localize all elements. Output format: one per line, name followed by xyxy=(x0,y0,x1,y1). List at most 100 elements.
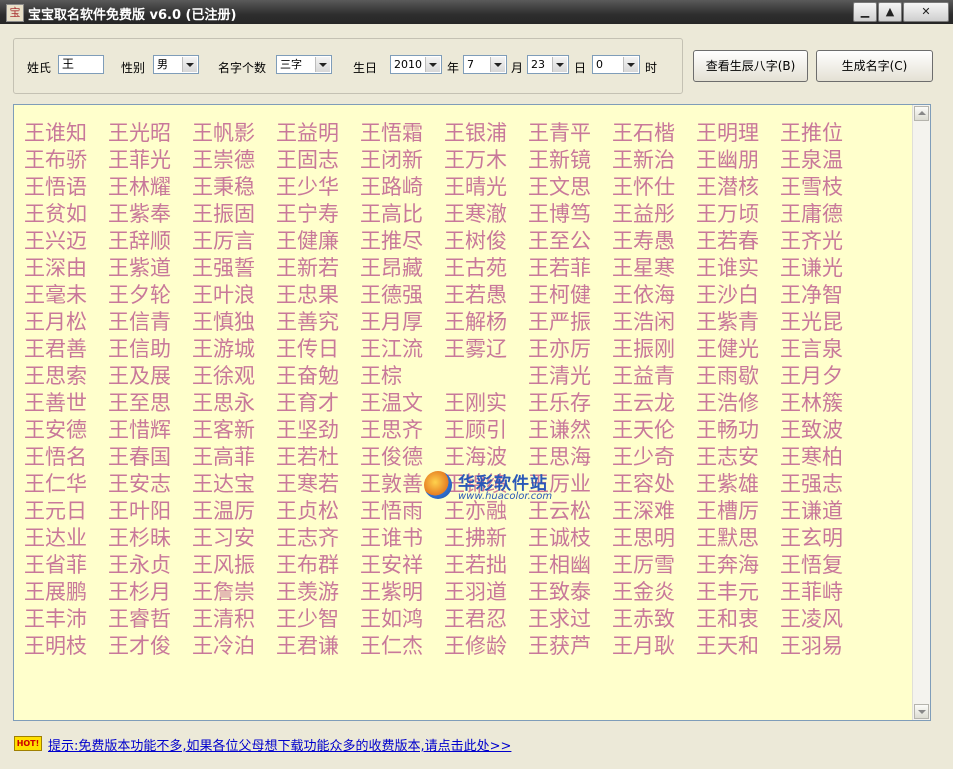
name-item[interactable]: 王齐光 xyxy=(780,228,864,255)
name-item[interactable]: 王思齐 xyxy=(360,417,444,444)
name-item[interactable]: 王才俊 xyxy=(108,633,192,660)
name-item[interactable]: 王振刚 xyxy=(612,336,696,363)
name-item[interactable]: 王明理 xyxy=(696,120,780,147)
name-item[interactable]: 王安祥 xyxy=(360,552,444,579)
name-item[interactable]: 王浩闲 xyxy=(612,309,696,336)
name-item[interactable]: 王雪枝 xyxy=(780,174,864,201)
name-item[interactable]: 王谁书 xyxy=(360,525,444,552)
name-item[interactable]: 王拂新 xyxy=(444,525,528,552)
name-item[interactable]: 王雨歇 xyxy=(696,363,780,390)
minimize-button[interactable]: ▁ xyxy=(853,2,877,22)
dropdown-arrow-icon[interactable] xyxy=(490,57,505,72)
name-item[interactable]: 王林簇 xyxy=(780,390,864,417)
name-item[interactable]: 王叶阳 xyxy=(108,498,192,525)
name-item[interactable]: 王少奇 xyxy=(612,444,696,471)
name-item[interactable]: 王安德 xyxy=(24,417,108,444)
name-item[interactable]: 王健光 xyxy=(696,336,780,363)
name-item[interactable]: 王棕 xyxy=(360,363,444,390)
name-item[interactable]: 王羡游 xyxy=(276,579,360,606)
name-item[interactable]: 王石楷 xyxy=(612,120,696,147)
name-item[interactable]: 王崇德 xyxy=(192,147,276,174)
name-item[interactable]: 王善究 xyxy=(276,309,360,336)
name-item[interactable]: 王睿哲 xyxy=(108,606,192,633)
name-item[interactable]: 王丰沛 xyxy=(24,606,108,633)
name-item[interactable]: 王固志 xyxy=(276,147,360,174)
name-item[interactable]: 王仁华 xyxy=(24,471,108,498)
name-item[interactable]: 王达宝 xyxy=(192,471,276,498)
name-item[interactable]: 王凌风 xyxy=(780,606,864,633)
name-item[interactable]: 王高比 xyxy=(360,201,444,228)
name-item[interactable]: 王解杨 xyxy=(444,309,528,336)
name-item[interactable]: 王博笃 xyxy=(528,201,612,228)
name-item[interactable]: 王传日 xyxy=(276,336,360,363)
name-item[interactable]: 王新若 xyxy=(276,255,360,282)
name-item[interactable]: 王文思 xyxy=(528,174,612,201)
name-item[interactable]: 王若愚 xyxy=(444,282,528,309)
name-item[interactable]: 王若拙 xyxy=(444,552,528,579)
name-item[interactable]: 王寿愚 xyxy=(612,228,696,255)
upgrade-hint-link[interactable]: 提示:免费版本功能不多,如果各位父母想下载功能众多的收费版本,请点击此处>> xyxy=(48,735,511,754)
name-item[interactable]: 王悟复 xyxy=(780,552,864,579)
scroll-up-icon[interactable] xyxy=(914,106,929,121)
name-item[interactable] xyxy=(444,363,528,390)
name-item[interactable]: 王亦厉 xyxy=(528,336,612,363)
dropdown-arrow-icon[interactable] xyxy=(623,57,638,72)
name-item[interactable]: 王青平 xyxy=(528,120,612,147)
name-item[interactable]: 王信青 xyxy=(108,309,192,336)
name-item[interactable]: 王杉昧 xyxy=(108,525,192,552)
maximize-button[interactable]: ▲ xyxy=(878,2,902,22)
scroll-down-icon[interactable] xyxy=(914,704,929,719)
name-item[interactable]: 王布骄 xyxy=(24,147,108,174)
name-item[interactable]: 王善世 xyxy=(24,390,108,417)
name-item[interactable]: 王厉雪 xyxy=(612,552,696,579)
name-item[interactable]: 王紫雄 xyxy=(696,471,780,498)
name-item[interactable]: 王高菲 xyxy=(192,444,276,471)
name-item[interactable]: 王强誓 xyxy=(192,255,276,282)
name-item[interactable]: 王詹崇 xyxy=(192,579,276,606)
name-item[interactable]: 王永贞 xyxy=(108,552,192,579)
name-item[interactable]: 王深难 xyxy=(612,498,696,525)
name-item[interactable]: 王风振 xyxy=(192,552,276,579)
name-item[interactable]: 王羽道 xyxy=(444,579,528,606)
name-item[interactable]: 王至公 xyxy=(528,228,612,255)
name-item[interactable]: 王谁实 xyxy=(696,255,780,282)
name-item[interactable]: 王紫奉 xyxy=(108,201,192,228)
name-item[interactable]: 王元日 xyxy=(24,498,108,525)
name-item[interactable]: 王若菲 xyxy=(528,255,612,282)
name-item[interactable]: 王古苑 xyxy=(444,255,528,282)
month-select[interactable]: 7 xyxy=(463,55,507,74)
name-item[interactable]: 王庸德 xyxy=(780,201,864,228)
name-item[interactable]: 王新镜 xyxy=(528,147,612,174)
dropdown-arrow-icon[interactable] xyxy=(552,57,567,72)
name-item[interactable]: 王万顷 xyxy=(696,201,780,228)
name-item[interactable]: 王温文 xyxy=(360,390,444,417)
name-item[interactable]: 王徐观 xyxy=(192,363,276,390)
name-item[interactable]: 王林耀 xyxy=(108,174,192,201)
name-item[interactable]: 王槽厉 xyxy=(696,498,780,525)
name-item[interactable]: 王依海 xyxy=(612,282,696,309)
name-item[interactable]: 王泉温 xyxy=(780,147,864,174)
name-item[interactable]: 王客新 xyxy=(192,417,276,444)
name-item[interactable]: 王惜辉 xyxy=(108,417,192,444)
name-item[interactable]: 王悟霜 xyxy=(360,120,444,147)
name-item[interactable]: 王万木 xyxy=(444,147,528,174)
vertical-scrollbar[interactable] xyxy=(912,105,930,720)
name-item[interactable]: 王月夕 xyxy=(780,363,864,390)
name-item[interactable]: 王银浦 xyxy=(444,120,528,147)
name-item[interactable]: 王布群 xyxy=(276,552,360,579)
name-item[interactable]: 王帆影 xyxy=(192,120,276,147)
name-item[interactable]: 王昂藏 xyxy=(360,255,444,282)
name-item[interactable]: 王厉言 xyxy=(192,228,276,255)
name-item[interactable]: 王健廉 xyxy=(276,228,360,255)
name-item[interactable]: 王清光 xyxy=(528,363,612,390)
name-item[interactable]: 王丰元 xyxy=(696,579,780,606)
name-item[interactable]: 王夕轮 xyxy=(108,282,192,309)
name-item[interactable]: 王少华 xyxy=(276,174,360,201)
name-item[interactable]: 王天和 xyxy=(696,633,780,660)
name-item[interactable]: 王杉月 xyxy=(108,579,192,606)
name-item[interactable]: 王若春 xyxy=(696,228,780,255)
day-select[interactable]: 23 xyxy=(527,55,569,74)
name-item[interactable]: 王严振 xyxy=(528,309,612,336)
name-item[interactable]: 王修龄 xyxy=(444,633,528,660)
name-item[interactable]: 王诚枝 xyxy=(528,525,612,552)
